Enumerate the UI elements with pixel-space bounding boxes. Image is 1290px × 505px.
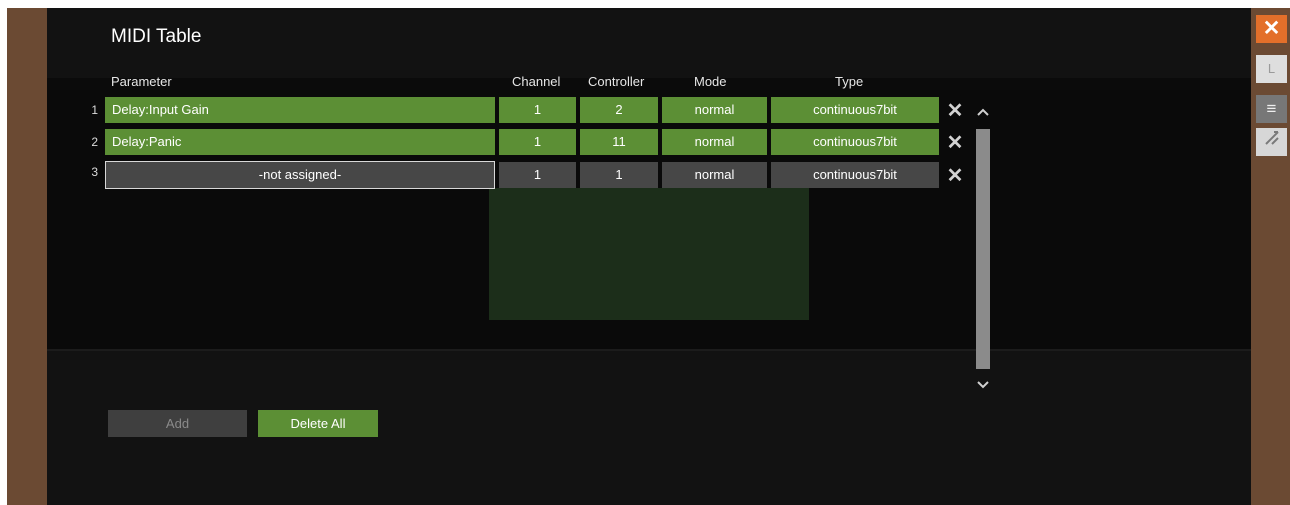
channel-cell[interactable]: 1 — [499, 97, 576, 123]
controller-cell[interactable]: 11 — [580, 129, 658, 155]
menu-icon[interactable]: ≡ — [1256, 95, 1287, 123]
chevron-up-icon[interactable] — [973, 105, 993, 121]
controller-cell[interactable]: 1 — [580, 162, 658, 188]
mode-cell[interactable]: normal — [662, 129, 767, 155]
section-divider — [47, 349, 1251, 351]
learn-overlay — [489, 188, 809, 320]
delete-row-icon[interactable]: ✕ — [943, 99, 967, 123]
mode-cell[interactable]: normal — [662, 97, 767, 123]
close-icon[interactable]: ✕ — [1256, 15, 1287, 43]
channel-cell[interactable]: 1 — [499, 162, 576, 188]
type-cell[interactable]: continuous7bit — [771, 97, 939, 123]
controller-cell[interactable]: 2 — [580, 97, 658, 123]
delete-row-icon[interactable]: ✕ — [943, 131, 967, 155]
type-cell[interactable]: continuous7bit — [771, 162, 939, 188]
row-number: 1 — [91, 103, 98, 117]
chevron-down-icon[interactable] — [973, 378, 993, 394]
column-header-mode: Mode — [694, 74, 727, 89]
parameter-cell[interactable]: Delay:Panic — [105, 129, 495, 155]
lock-button[interactable]: L — [1256, 55, 1287, 83]
column-header-controller: Controller — [588, 74, 645, 89]
type-cell[interactable]: continuous7bit — [771, 129, 939, 155]
wrench-icon[interactable] — [1256, 128, 1287, 156]
column-header-channel: Channel — [512, 74, 561, 89]
scrollbar-thumb[interactable] — [976, 129, 990, 369]
page-title: MIDI Table — [111, 26, 202, 47]
column-header-parameter: Parameter — [111, 74, 172, 89]
parameter-cell[interactable]: Delay:Input Gain — [105, 97, 495, 123]
header-band — [47, 78, 1251, 90]
delete-row-icon[interactable]: ✕ — [943, 164, 967, 188]
row-number: 2 — [91, 135, 98, 149]
mode-cell[interactable]: normal — [662, 162, 767, 188]
delete-all-button[interactable]: Delete All — [258, 410, 378, 437]
column-header-type: Type — [835, 74, 864, 89]
channel-cell[interactable]: 1 — [499, 129, 576, 155]
row-number: 3 — [91, 165, 98, 179]
add-button[interactable]: Add — [108, 410, 247, 437]
parameter-cell[interactable]: -not assigned- — [105, 161, 495, 189]
